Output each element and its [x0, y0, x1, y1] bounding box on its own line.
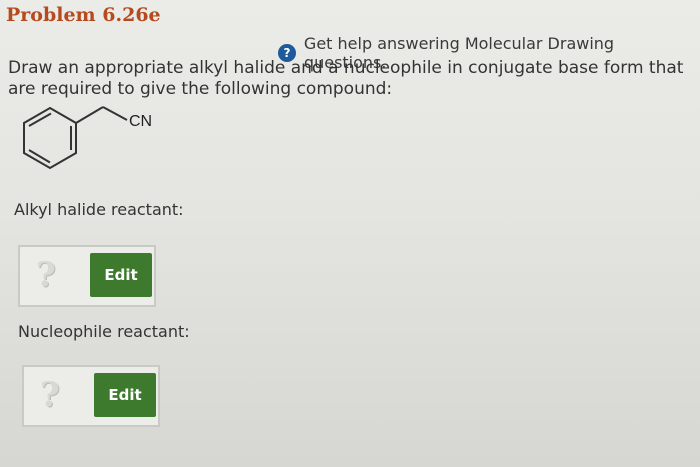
- methylene-bond: [75, 106, 104, 124]
- alkyl-halide-edit-button[interactable]: Edit: [90, 253, 152, 297]
- nucleophile-drawing-box[interactable]: ? Edit: [22, 365, 160, 427]
- question-text: Draw an appropriate alkyl halide and a n…: [8, 58, 684, 99]
- cyano-label: CN: [129, 113, 152, 130]
- nucleophile-label: Nucleophile reactant:: [18, 322, 190, 341]
- empty-drawing-question-icon: ?: [36, 255, 56, 295]
- compound-structure: CN: [10, 104, 170, 178]
- problem-title: Problem 6.26e: [6, 4, 161, 26]
- problem-page: Problem 6.26e ? Get help answering Molec…: [0, 0, 700, 467]
- empty-drawing-question-icon: ?: [40, 375, 60, 415]
- alkyl-halide-label: Alkyl halide reactant:: [14, 200, 184, 219]
- nucleophile-edit-button[interactable]: Edit: [94, 373, 156, 417]
- benzene-ring: [23, 106, 77, 170]
- alkyl-halide-drawing-box[interactable]: ? Edit: [18, 245, 156, 307]
- cyano-bond: [102, 106, 128, 121]
- compound-structure-svg: CN: [23, 106, 152, 170]
